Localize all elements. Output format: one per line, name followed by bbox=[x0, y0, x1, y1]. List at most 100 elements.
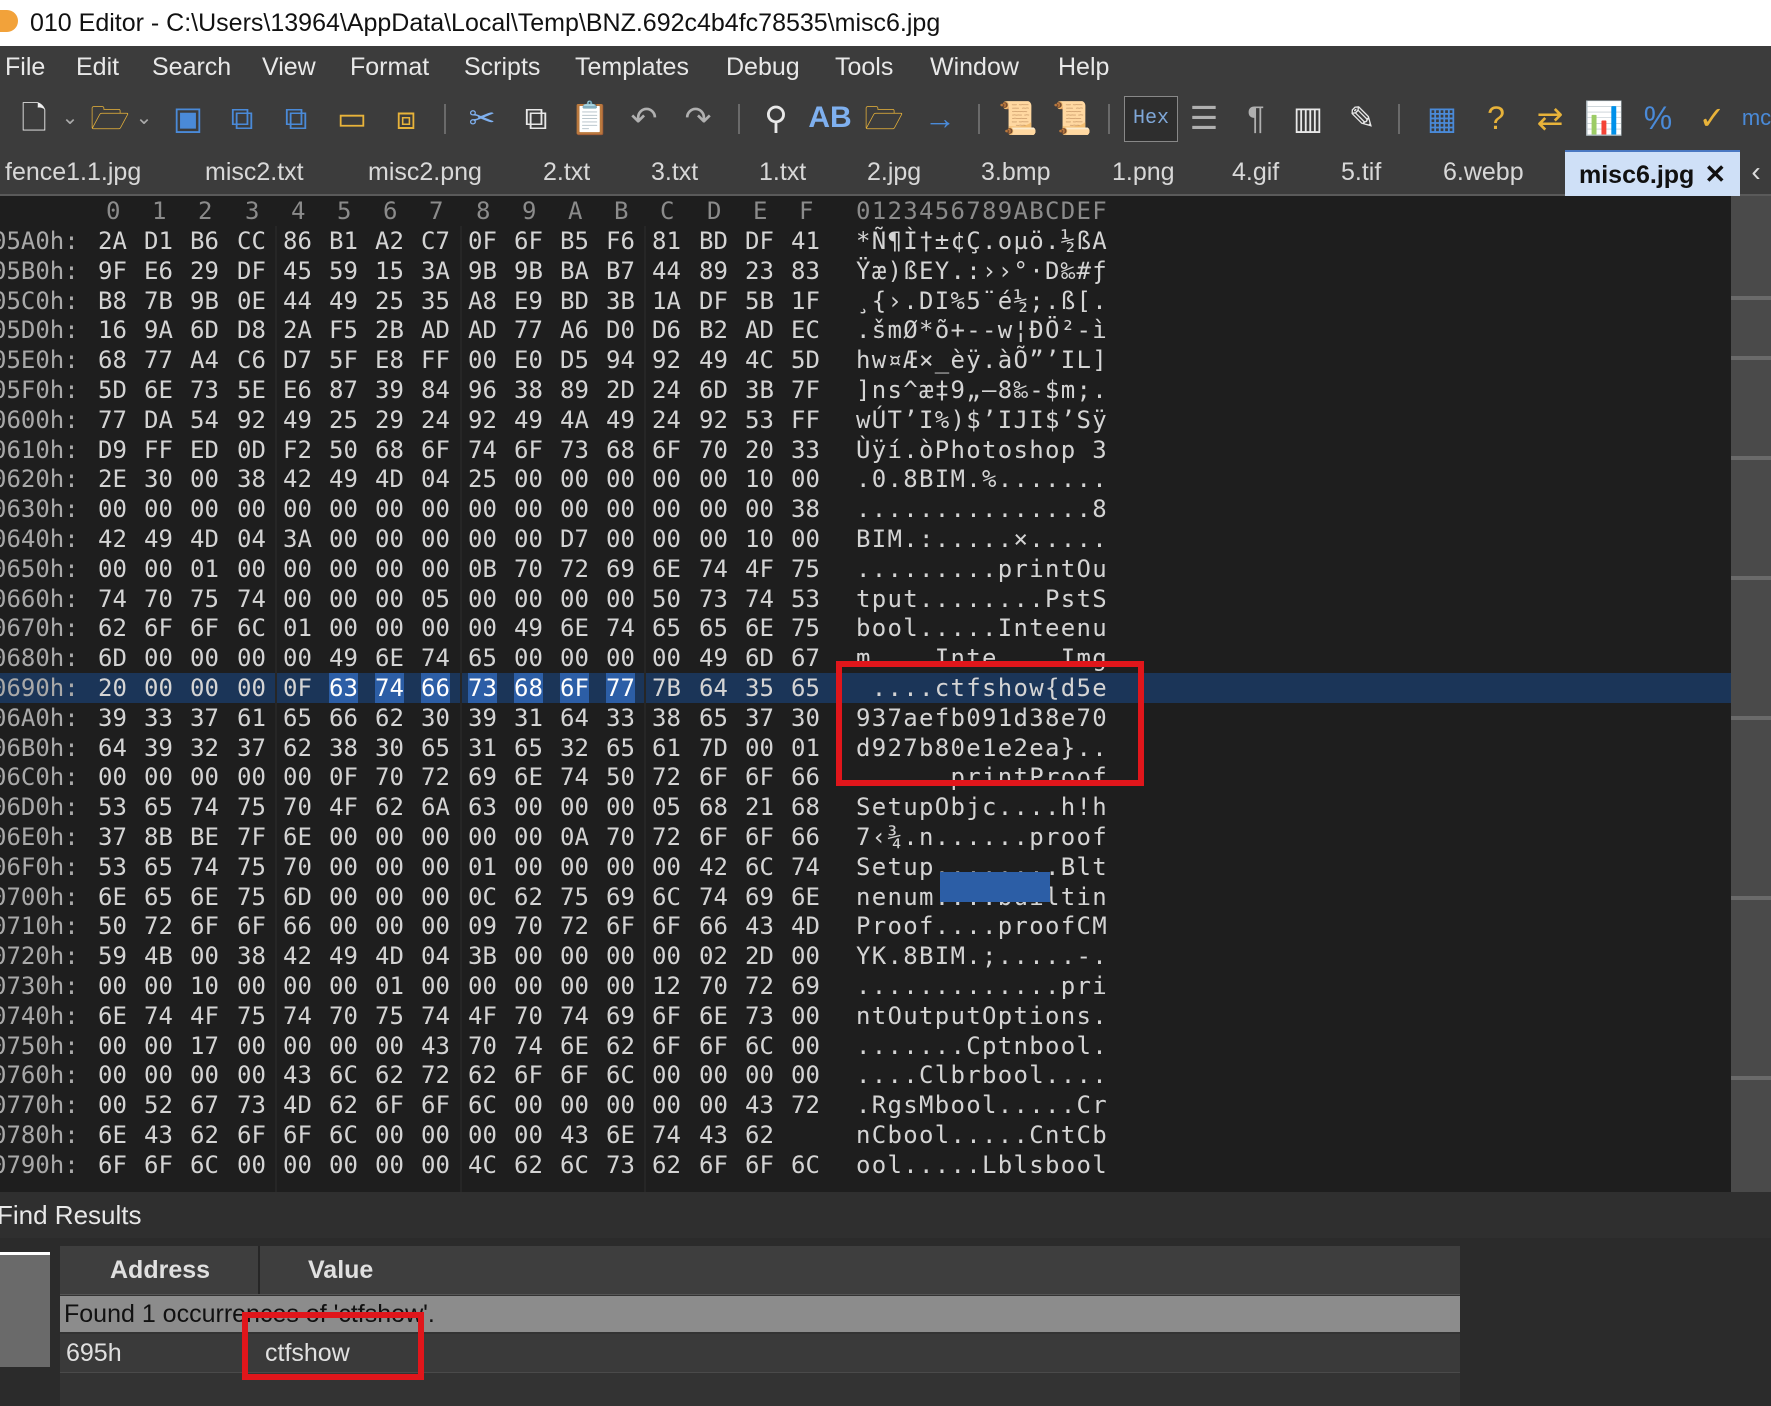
hex-byte[interactable]: 04 bbox=[421, 941, 450, 971]
copy-icon[interactable]: ⧉ bbox=[514, 98, 558, 138]
hex-byte[interactable]: 6F bbox=[375, 1090, 404, 1120]
hex-byte[interactable]: 74 bbox=[190, 852, 219, 882]
hex-bytes[interactable]: 53 65 74 75 70 00 00 00 01 00 00 00 00 42 6C 74 bbox=[98, 852, 838, 882]
hex-byte[interactable]: 4D bbox=[791, 911, 820, 941]
hex-bytes[interactable]: 39 33 37 61 65 66 62 30 39 31 64 33 38 65 37 30 bbox=[98, 703, 838, 733]
hex-byte[interactable]: 00 bbox=[421, 822, 450, 852]
hex-byte[interactable]: 00 bbox=[375, 613, 404, 643]
hex-byte[interactable]: 00 bbox=[98, 1060, 127, 1090]
hex-byte[interactable]: 00 bbox=[190, 941, 219, 971]
hex-byte[interactable]: 15 bbox=[375, 256, 404, 286]
find-side-handle[interactable] bbox=[0, 1252, 50, 1367]
hex-byte[interactable]: E6 bbox=[144, 256, 173, 286]
hex-byte[interactable]: 00 bbox=[98, 554, 127, 584]
hex-byte[interactable]: 50 bbox=[652, 584, 681, 614]
hex-byte[interactable]: 00 bbox=[514, 643, 543, 673]
goto-icon[interactable]: → bbox=[918, 98, 962, 138]
hex-byte[interactable]: 00 bbox=[606, 941, 635, 971]
hex-byte[interactable]: E6 bbox=[283, 375, 312, 405]
hex-byte[interactable]: 00 bbox=[237, 643, 266, 673]
hex-row-ascii[interactable]: BIM.:.....×..... bbox=[856, 524, 1108, 554]
undo-icon[interactable]: ↶ bbox=[622, 98, 666, 138]
hex-byte[interactable]: 49 bbox=[329, 643, 358, 673]
hex-byte[interactable]: 35 bbox=[421, 286, 450, 316]
hex-byte[interactable]: 49 bbox=[699, 345, 728, 375]
hex-row-ascii[interactable]: .........printOu bbox=[856, 554, 1108, 584]
hex-byte[interactable]: 6F bbox=[699, 1031, 728, 1061]
hex-byte[interactable]: 00 bbox=[606, 1090, 635, 1120]
hex-byte[interactable]: 74 bbox=[791, 852, 820, 882]
hex-byte[interactable]: 39 bbox=[468, 703, 497, 733]
hex-row[interactable]: 0640h: 42 49 4D 04 3A 00 00 00 00 00 D7 00 00 00 10 00 BI… bbox=[0, 524, 1731, 554]
hex-byte[interactable]: F5 bbox=[329, 315, 358, 345]
hex-byte[interactable]: DA bbox=[144, 405, 173, 435]
hex-byte[interactable]: 00 bbox=[699, 1090, 728, 1120]
hex-byte[interactable]: 0F bbox=[329, 762, 358, 792]
hex-byte[interactable]: 49 bbox=[329, 286, 358, 316]
hex-bytes[interactable]: 16 9A 6D D8 2A F5 2B AD AD 77 A6 D0 D6 B2 AD EC bbox=[98, 315, 838, 345]
hex-byte[interactable]: 00 bbox=[329, 852, 358, 882]
tab-5-tif[interactable]: 5.tif bbox=[1341, 150, 1381, 194]
save-all-icon[interactable]: ⧉ bbox=[274, 98, 318, 138]
hex-byte[interactable]: 62 bbox=[283, 733, 312, 763]
hex-row-ascii[interactable]: .0.8BIM.%....... bbox=[856, 464, 1108, 494]
hex-byte[interactable]: 00 bbox=[560, 792, 589, 822]
hex-byte[interactable]: 77 bbox=[606, 673, 635, 703]
hex-byte[interactable]: 70 bbox=[468, 1031, 497, 1061]
hex-row[interactable]: 05D0h: 16 9A 6D D8 2A F5 2B AD AD 77 A6 D0 D6 B2 AD EC .š… bbox=[0, 315, 1731, 345]
hex-byte[interactable]: 00 bbox=[652, 524, 681, 554]
hex-byte[interactable]: 00 bbox=[283, 1031, 312, 1061]
hex-row[interactable]: 0790h: 6F 6F 6C 00 00 00 00 00 4C 62 6C 73 62 6F 6F 6C oo… bbox=[0, 1150, 1731, 1180]
hex-row-ascii[interactable]: bool.....Inteenu bbox=[856, 613, 1108, 643]
hex-byte[interactable]: 00 bbox=[283, 494, 312, 524]
hex-byte[interactable]: 00 bbox=[329, 584, 358, 614]
hex-row-ascii[interactable]: Ÿæ)ßEY.:››°·D‰#ƒ bbox=[856, 256, 1108, 286]
hex-byte[interactable]: 00 bbox=[514, 584, 543, 614]
hex-bytes[interactable]: 68 77 A4 C6 D7 5F E8 FF 00 E0 D5 94 92 49 4C 5D bbox=[98, 345, 838, 375]
hex-byte[interactable]: 83 bbox=[791, 256, 820, 286]
hex-byte[interactable]: 68 bbox=[791, 792, 820, 822]
tab-misc2-png[interactable]: misc2.png bbox=[368, 150, 482, 194]
hex-byte[interactable]: 5F bbox=[329, 345, 358, 375]
hex-byte[interactable]: 65 bbox=[421, 733, 450, 763]
hex-byte[interactable]: 31 bbox=[514, 703, 543, 733]
hex-byte[interactable]: 74 bbox=[745, 584, 774, 614]
hex-byte[interactable]: 61 bbox=[237, 703, 266, 733]
hex-byte[interactable]: 62 bbox=[375, 703, 404, 733]
hex-byte[interactable]: 00 bbox=[421, 852, 450, 882]
hex-byte[interactable]: 62 bbox=[745, 1120, 774, 1150]
hex-byte[interactable]: 77 bbox=[98, 405, 127, 435]
hex-row[interactable]: 0780h: 6E 43 62 6F 6F 6C 00 00 00 00 43 6E 74 43 62 nCbo… bbox=[0, 1120, 1731, 1150]
hex-byte[interactable]: 63 bbox=[468, 792, 497, 822]
hex-byte[interactable]: 6E bbox=[144, 375, 173, 405]
hex-byte[interactable]: 00 bbox=[606, 584, 635, 614]
tab-misc6-jpg[interactable]: misc6.jpg ✕ bbox=[1565, 150, 1741, 196]
hex-byte[interactable]: 72 bbox=[560, 911, 589, 941]
hex-byte[interactable]: 00 bbox=[606, 852, 635, 882]
hex-byte[interactable]: 74 bbox=[606, 613, 635, 643]
hex-byte[interactable]: 6D bbox=[283, 882, 312, 912]
hex-byte[interactable]: 6E bbox=[98, 1001, 127, 1031]
hex-byte[interactable]: 00 bbox=[329, 524, 358, 554]
hex-row[interactable]: 0720h: 59 4B 00 38 42 49 4D 04 3B 00 00 00 00 02 2D 00 YK… bbox=[0, 941, 1731, 971]
hex-bytes[interactable]: 37 8B BE 7F 6E 00 00 00 00 00 0A 70 72 6F 6F 66 bbox=[98, 822, 838, 852]
hex-byte[interactable]: 00 bbox=[144, 494, 173, 524]
hex-byte[interactable]: 00 bbox=[329, 882, 358, 912]
inspector-icon[interactable]: ? bbox=[1474, 98, 1518, 138]
hex-byte[interactable]: 6E bbox=[190, 882, 219, 912]
hex-byte[interactable]: 35 bbox=[745, 673, 774, 703]
hex-byte[interactable]: 1F bbox=[791, 286, 820, 316]
tab-1-txt[interactable]: 1.txt bbox=[759, 150, 806, 194]
hex-byte[interactable]: 00 bbox=[514, 1120, 543, 1150]
hex-byte[interactable]: 6C bbox=[237, 613, 266, 643]
hex-byte[interactable]: 68 bbox=[375, 435, 404, 465]
hex-byte[interactable]: 72 bbox=[421, 1060, 450, 1090]
hex-byte[interactable]: 00 bbox=[745, 733, 774, 763]
hex-byte[interactable]: 72 bbox=[421, 762, 450, 792]
hex-byte[interactable]: 66 bbox=[329, 703, 358, 733]
hex-byte[interactable]: D5 bbox=[560, 345, 589, 375]
hex-byte[interactable]: 74 bbox=[421, 1001, 450, 1031]
hex-byte[interactable]: 3B bbox=[468, 941, 497, 971]
hex-byte[interactable]: 00 bbox=[190, 494, 219, 524]
hex-byte[interactable]: 6F bbox=[514, 226, 543, 256]
